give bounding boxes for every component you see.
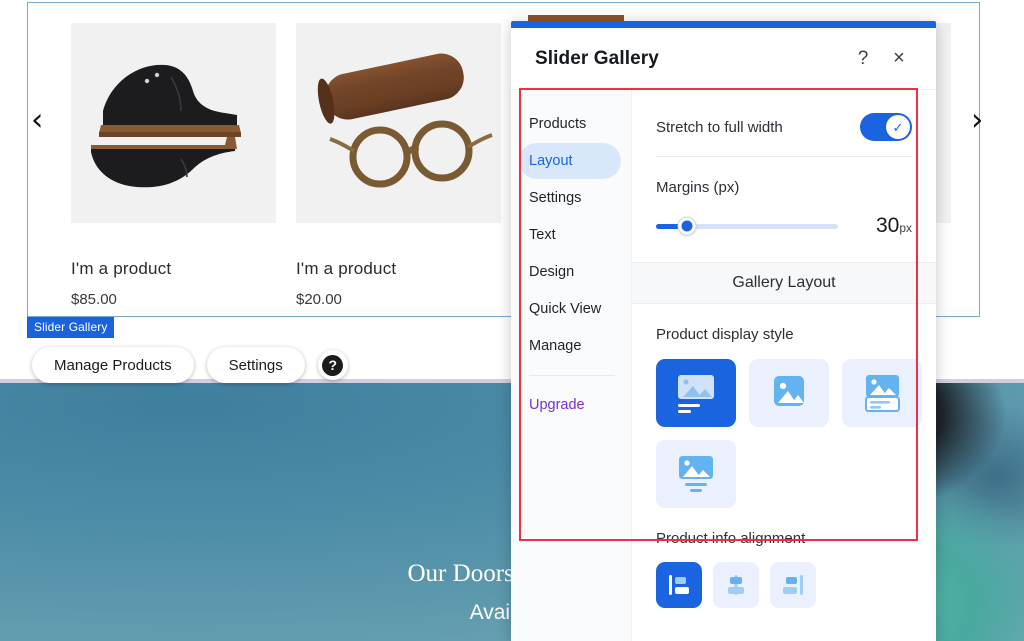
settings-button[interactable]: Settings bbox=[206, 347, 305, 383]
widget-toolbar: Manage Products Settings ? bbox=[32, 347, 348, 383]
product-card[interactable]: I'm a product $85.00 bbox=[71, 23, 276, 308]
margins-value[interactable]: 30px bbox=[838, 214, 912, 238]
product-display-style-field: Product display style bbox=[632, 304, 936, 508]
margins-slider-row: 30px bbox=[656, 214, 912, 238]
display-style-image-with-overlay-text[interactable] bbox=[842, 359, 922, 427]
align-center-option[interactable] bbox=[713, 562, 759, 608]
gallery-prev-arrow-icon[interactable]: ‹ bbox=[31, 105, 43, 136]
sidebar-item-upgrade[interactable]: Upgrade bbox=[511, 387, 631, 423]
stretch-full-width-row: Stretch to full width ✓ bbox=[632, 98, 936, 156]
panel-header: Slider Gallery ? × bbox=[511, 28, 936, 90]
margins-value-unit: px bbox=[899, 221, 912, 235]
product-image-glasses bbox=[296, 23, 501, 223]
product-card[interactable]: I'm a product $20.00 bbox=[296, 23, 501, 308]
image-only-icon bbox=[774, 376, 804, 406]
sidebar-item-settings[interactable]: Settings bbox=[511, 180, 631, 216]
display-style-image-only[interactable] bbox=[749, 359, 829, 427]
check-icon: ✓ bbox=[892, 119, 904, 135]
align-right-option[interactable] bbox=[770, 562, 816, 608]
product-info-alignment-field: Product info alignment bbox=[632, 508, 936, 608]
margins-slider[interactable] bbox=[656, 217, 838, 235]
image-overlay-text-icon bbox=[865, 375, 900, 412]
margins-label: Margins (px) bbox=[656, 179, 740, 196]
sidebar-item-manage[interactable]: Manage bbox=[511, 328, 631, 364]
product-display-style-options bbox=[656, 359, 926, 508]
slider-gallery-settings-panel: Slider Gallery ? × Products Layout Setti… bbox=[511, 21, 936, 641]
stretch-full-width-toggle[interactable]: ✓ bbox=[860, 113, 912, 141]
product-title: I'm a product bbox=[71, 259, 172, 278]
product-image-shoes bbox=[71, 23, 276, 223]
slider-thumb[interactable] bbox=[678, 217, 696, 235]
product-price: $20.00 bbox=[296, 291, 342, 308]
align-left-option[interactable] bbox=[656, 562, 702, 608]
toggle-knob: ✓ bbox=[886, 115, 910, 139]
product-info-alignment-options bbox=[656, 562, 912, 608]
align-left-icon bbox=[669, 575, 689, 595]
image-centered-text-icon bbox=[679, 456, 713, 492]
display-style-image-with-centered-text[interactable] bbox=[656, 440, 736, 508]
image-left-text-icon bbox=[678, 375, 714, 413]
help-button[interactable]: ? bbox=[317, 350, 348, 380]
panel-content: Stretch to full width ✓ Margins (px) 30p… bbox=[632, 90, 936, 641]
close-icon[interactable]: × bbox=[884, 44, 914, 74]
product-title: I'm a product bbox=[296, 259, 397, 278]
gallery-next-arrow-icon[interactable]: › bbox=[971, 105, 983, 136]
question-mark-icon: ? bbox=[322, 354, 344, 376]
sidebar-item-design[interactable]: Design bbox=[511, 254, 631, 290]
panel-title: Slider Gallery bbox=[535, 47, 659, 69]
sidebar-item-products[interactable]: Products bbox=[511, 106, 631, 142]
help-icon[interactable]: ? bbox=[848, 44, 878, 74]
product-info-alignment-label: Product info alignment bbox=[656, 530, 806, 547]
widget-name-badge: Slider Gallery bbox=[27, 317, 115, 338]
sidebar-item-layout[interactable]: Layout bbox=[519, 143, 621, 179]
gallery-layout-section-title: Gallery Layout bbox=[632, 262, 936, 304]
product-display-style-label: Product display style bbox=[656, 326, 794, 343]
display-style-image-with-left-text[interactable] bbox=[656, 359, 736, 427]
sidebar-divider bbox=[529, 375, 615, 376]
margins-field: Margins (px) 30px bbox=[632, 157, 936, 238]
screenshot-root: Our Doors Are Open Available M-F 9am-9pm bbox=[0, 0, 1024, 641]
panel-sidebar: Products Layout Settings Text Design Qui… bbox=[511, 90, 632, 641]
panel-accent-bar bbox=[511, 21, 936, 28]
sidebar-item-quick-view[interactable]: Quick View bbox=[511, 291, 631, 327]
sidebar-item-text[interactable]: Text bbox=[511, 217, 631, 253]
manage-products-button[interactable]: Manage Products bbox=[32, 347, 194, 383]
panel-body: Products Layout Settings Text Design Qui… bbox=[511, 90, 936, 641]
stretch-full-width-label: Stretch to full width bbox=[656, 118, 783, 136]
product-price: $85.00 bbox=[71, 291, 117, 308]
align-center-icon bbox=[728, 575, 744, 595]
margins-value-number: 30 bbox=[875, 214, 900, 237]
align-right-icon bbox=[783, 575, 803, 595]
